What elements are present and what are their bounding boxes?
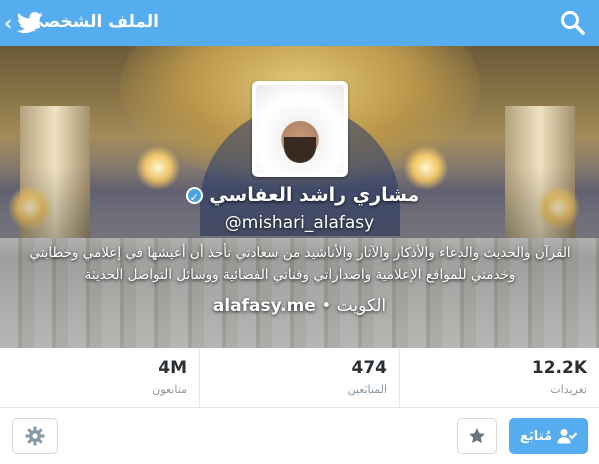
profile-actions: مُتابَع [0, 409, 599, 464]
stat-value: 12.2K [531, 358, 587, 378]
avatar[interactable] [252, 81, 348, 177]
stat-label: المتابَعين [347, 383, 388, 396]
profile-name: مشاري راشد العفاسي [209, 184, 420, 206]
search-button[interactable] [559, 9, 587, 37]
top-bar: ‹ الملف الشخصي [0, 0, 599, 46]
star-icon [469, 428, 485, 444]
page-title: الملف الشخصي [26, 12, 159, 32]
profile-handle: @mishari_alafasy [224, 213, 375, 233]
verified-badge-icon: ✓ [185, 187, 203, 204]
stat-value: 4M [158, 358, 187, 378]
following-label: مُتابَع [520, 428, 552, 444]
stat-label: متابعون [152, 383, 187, 396]
stat-tweets[interactable]: 12.2K تغريدات [400, 348, 599, 407]
location-text: الكويت [336, 296, 387, 316]
website-link[interactable]: alafasy.me [213, 296, 316, 316]
profile-meta: alafasy.me • الكويت [0, 296, 599, 316]
gear-icon [25, 426, 45, 446]
settings-button[interactable] [12, 418, 58, 454]
stat-value: 474 [351, 358, 388, 378]
profile-bio: القرآن والحديث والدعاء والأذكار والآثار … [20, 242, 580, 286]
following-button[interactable]: مُتابَع [509, 418, 588, 454]
stat-following[interactable]: 474 المتابَعين [200, 348, 400, 407]
stat-label: تغريدات [550, 383, 587, 396]
profile-stats: 4M متابعون 474 المتابَعين 12.2K تغريدات [0, 348, 599, 408]
search-icon [561, 11, 585, 35]
bio-line: وخدمتي للمواقع الإعلامية واصداراتي وقنات… [84, 267, 516, 283]
person-check-icon [557, 429, 577, 444]
chevron-left-icon: ‹ [4, 11, 13, 35]
meta-separator: • [321, 296, 332, 316]
stat-followers[interactable]: 4M متابعون [0, 348, 200, 407]
bio-line: القرآن والحديث والدعاء والأذكار والآثار … [29, 245, 571, 261]
profile-name-row: مشاري راشد العفاسي ✓ [0, 184, 599, 206]
favorite-button[interactable] [457, 418, 497, 454]
